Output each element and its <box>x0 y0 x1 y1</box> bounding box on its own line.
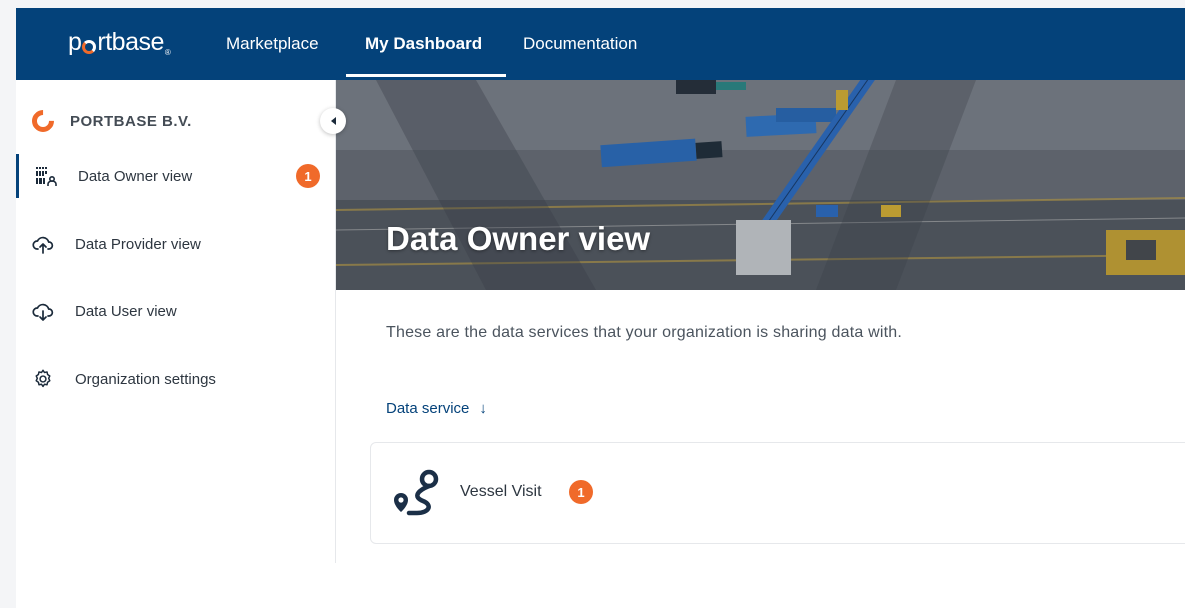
organization-header: PORTBASE B.V. <box>27 105 192 137</box>
sidebar-item-data-provider[interactable]: Data Provider view <box>16 222 336 266</box>
hero-banner: Data Owner view <box>336 80 1185 290</box>
sort-label: Data service <box>386 400 470 417</box>
sidebar-item-data-user[interactable]: Data User view <box>16 289 336 333</box>
logo-o-icon <box>82 40 97 54</box>
notification-badge: 1 <box>296 164 320 188</box>
portbase-logo[interactable]: p rtbase ® <box>68 28 171 57</box>
logo-text-rest: rtbase <box>97 28 164 56</box>
notification-badge: 1 <box>569 480 593 504</box>
app-frame: p rtbase ® Marketplace My Dashboard Docume… <box>16 8 1185 608</box>
sidebar-item-label: Data User view <box>75 302 177 320</box>
sidebar-item-organization-settings[interactable]: Organization settings <box>16 357 336 401</box>
service-name: Vessel Visit <box>460 483 542 500</box>
sidebar: PORTBASE B.V. Data Owner view 1 Data Pro… <box>16 80 336 563</box>
nav-my-dashboard[interactable]: My Dashboard <box>365 34 482 54</box>
sidebar-item-label: Data Owner view <box>78 167 193 185</box>
sidebar-item-label: Organization settings <box>75 370 216 388</box>
page-title: Data Owner view <box>386 220 651 257</box>
sort-arrow-down-icon: ↓ <box>479 400 487 417</box>
port-aerial-image <box>336 80 1185 290</box>
cloud-upload-icon <box>32 236 54 254</box>
cloud-download-icon <box>32 303 54 321</box>
active-nav-indicator <box>346 74 506 77</box>
data-owner-icon <box>36 167 57 186</box>
top-navigation: p rtbase ® Marketplace My Dashboard Docume… <box>16 8 1185 80</box>
logo-text-p: p <box>68 28 82 56</box>
data-service-card[interactable]: Vessel Visit 1 <box>370 442 1185 544</box>
nav-documentation[interactable]: Documentation <box>523 34 637 54</box>
sidebar-item-label: Data Provider view <box>75 235 201 253</box>
logo-registered-mark: ® <box>164 48 171 57</box>
organization-name: PORTBASE B.V. <box>70 112 192 130</box>
intro-text: These are the data services that your or… <box>386 324 903 341</box>
sidebar-item-data-owner[interactable]: Data Owner view 1 <box>16 154 336 198</box>
nav-marketplace[interactable]: Marketplace <box>226 34 319 54</box>
sort-by-data-service-button[interactable]: Data service ↓ <box>386 400 487 417</box>
route-pin-icon <box>394 469 439 516</box>
organization-logo-icon <box>27 105 59 137</box>
collapse-sidebar-button[interactable] <box>320 108 346 134</box>
gear-icon <box>35 369 51 388</box>
